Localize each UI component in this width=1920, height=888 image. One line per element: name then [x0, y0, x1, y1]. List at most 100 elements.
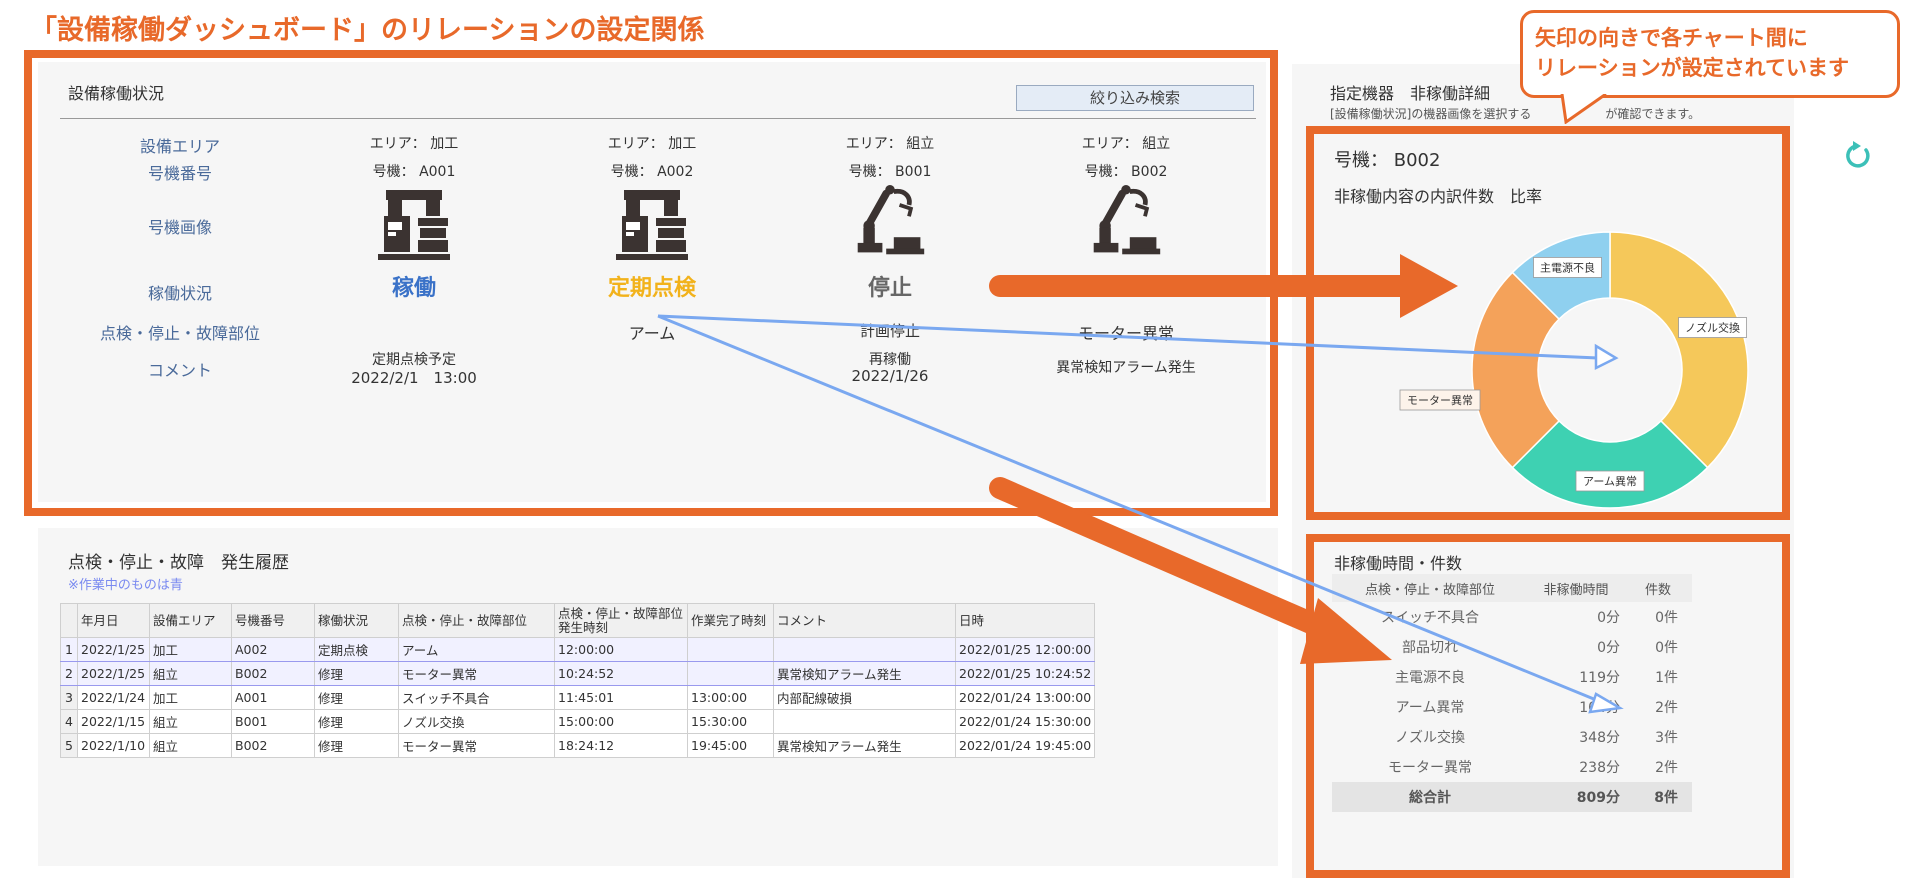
table-cell-area: 加工 [149, 637, 232, 662]
table-cell-status: 修理 [314, 685, 399, 710]
history-table: 年月日 設備エリア 号機番号 稼働状況 点検・停止・故障部位 点検・停止・故障部… [60, 603, 1096, 758]
table-cell-time: 12:00:00 [554, 637, 688, 662]
slice-label: 主電源不良 [1533, 257, 1602, 278]
table-cell-no: 1 [60, 637, 78, 662]
status-heading: 設備稼働状況 [68, 84, 165, 103]
table-header-row: 点検・停止・故障部位 非稼働時間 件数 [1332, 574, 1692, 602]
donut-chart[interactable]: ノズル交換アーム異常 モーター異常 主電源不良 [1399, 220, 1760, 520]
detail-title: 指定機器 非稼働詳細 [1330, 84, 1491, 103]
table-cell-date: 2022/1/15 [77, 709, 150, 734]
slice-label: ノズル交換 [1678, 317, 1747, 338]
history-table-body: 1 2022/1/25 加工 A002 定期点検 アーム 12:00:00 2022/01/2… [60, 637, 1096, 758]
table-cell-time: 15:00:00 [554, 709, 688, 734]
row-label-comment: コメント [147, 361, 212, 380]
table-row: スイッチ不具合 0分 0件 [1332, 602, 1692, 632]
table-cell-machine: A001 [231, 685, 315, 710]
table-row: 主電源不良 119分 1件 [1332, 662, 1692, 692]
donut-slice[interactable] [1609, 231, 1749, 469]
table-cell-minutes: 0分 [1597, 610, 1620, 626]
table-cell-no: 5 [60, 733, 78, 758]
table-cell-no: 3 [60, 685, 78, 710]
table-row: アーム異常 104分 2件 [1332, 692, 1692, 722]
column-header: 号機番号 [231, 603, 315, 638]
robot-arm-icon[interactable] [1086, 184, 1166, 260]
table-cell-count: 8件 [1624, 782, 1692, 812]
table-cell-status: 定期点検 [314, 637, 399, 662]
machine-status: 定期点検 [607, 276, 696, 301]
table-cell-minutes: 119分 [1579, 670, 1620, 686]
table-row[interactable]: 2 2022/1/25 組立 B002 修理 モーター異常 10:24:52 異常検知アラーム… [60, 661, 1096, 686]
machine-label: 号機： B002 [1334, 150, 1441, 171]
table-cell-done [687, 661, 774, 686]
table-cell-datetime: 2022/01/24 19:45:00 [954, 733, 1096, 758]
table-cell-machine: B002 [231, 733, 315, 758]
table-cell-comment: 異常検知アラーム発生 [773, 661, 956, 686]
table-cell-done: 19:45:00 [687, 733, 774, 758]
table-cell-status: 修理 [314, 709, 399, 734]
column-header: 点検・停止・故障部位 発生時刻 [554, 603, 688, 638]
machine-number: 号機： A002 [610, 164, 694, 180]
table-cell-machine: A002 [231, 637, 315, 662]
machine-number: 号機： A001 [372, 164, 456, 180]
column-header: 件数 [1624, 574, 1692, 602]
machine-comment1: 異常検知アラーム発生 [1056, 360, 1196, 376]
table-cell-status: 修理 [314, 733, 399, 758]
refresh-icon[interactable] [1842, 140, 1874, 172]
column-header: 設備エリア [149, 603, 232, 638]
machine-number: 号機： B002 [1084, 164, 1168, 180]
machine-status: 停止 [867, 276, 912, 301]
table-cell-done: 13:00:00 [687, 685, 774, 710]
machine-comment2: 2022/1/26 [851, 367, 929, 385]
history-note: ※作業中のものは青 [68, 578, 183, 593]
table-cell-comment: 内部配線破損 [773, 685, 956, 710]
column-header [60, 603, 78, 638]
table-cell-minutes: 348分 [1579, 730, 1620, 746]
history-title: 点検・停止・故障 発生履歴 [68, 553, 289, 573]
table-cell-part: 主電源不良 [1395, 670, 1465, 686]
slice-label-text: ノズル交換 [1685, 321, 1740, 335]
table-cell-part: ノズル交換 [1395, 730, 1465, 746]
downtime-table-body: スイッチ不具合 0分 0件 部品切れ 0分 0件 主電源不良 119分 1件 アーム異常 104分 2… [1332, 602, 1692, 812]
machine-area: エリア： 加工 [369, 136, 459, 152]
table-row[interactable]: 3 2022/1/24 加工 A001 修理 スイッチ不具合 11:45:01 13:00:0… [60, 685, 1096, 710]
robot-arm-icon[interactable] [850, 184, 930, 260]
table-cell-no: 4 [60, 709, 78, 734]
table-row[interactable]: 1 2022/1/25 加工 A002 定期点検 アーム 12:00:00 2022/01/2… [60, 637, 1096, 662]
table-cell-part: モーター異常 [398, 733, 555, 758]
press-machine-icon[interactable] [374, 188, 454, 264]
table-cell-part: アーム [398, 637, 555, 662]
total-row: 総合計 809分 8件 [1332, 782, 1692, 812]
table-cell-no: 2 [60, 661, 78, 686]
chart-title: 非稼働内容の内訳件数 比率 [1334, 187, 1543, 206]
press-machine-icon[interactable] [612, 188, 692, 264]
filter-search-button[interactable]: 絞り込み検索 [1016, 85, 1254, 111]
machine-area: エリア： 組立 [1081, 136, 1171, 152]
table-cell-status: 修理 [314, 661, 399, 686]
table-cell-part: 総合計 [1332, 782, 1528, 812]
downtime-title: 非稼働時間・件数 [1334, 554, 1463, 573]
table-cell-count: 2件 [1655, 700, 1678, 716]
column-header: 年月日 [77, 603, 150, 638]
machine-comment1: 定期点検予定 [372, 352, 456, 368]
table-row[interactable]: 5 2022/1/10 組立 B002 修理 モーター異常 18:24:12 19:45:00… [60, 733, 1096, 758]
table-cell-area: 組立 [149, 709, 232, 734]
table-row[interactable]: 4 2022/1/15 組立 B001 修理 ノズル交換 15:00:00 15:30:00 2… [60, 709, 1096, 734]
machine-area: エリア： 組立 [845, 136, 935, 152]
table-cell-minutes: 809分 [1528, 782, 1624, 812]
column-header: 非稼働時間 [1528, 574, 1624, 602]
slice-label-text: アーム異常 [1583, 475, 1637, 488]
callout-tail [1560, 94, 1607, 124]
machine-number: 号機： B001 [848, 164, 932, 180]
detail-description: [設備稼働状況]の機器画像を選択する が確認できます。 [1330, 105, 1700, 122]
column-header: 点検・停止・故障部位 [398, 603, 555, 638]
column-header: 作業完了時刻 [687, 603, 774, 638]
table-cell-date: 2022/1/25 [77, 661, 150, 686]
column-header: コメント [773, 603, 956, 638]
table-cell-area: 組立 [149, 733, 232, 758]
table-cell-date: 2022/1/24 [77, 685, 150, 710]
table-cell-comment [773, 637, 956, 662]
table-cell-count: 0件 [1655, 640, 1678, 656]
slice-label: モーター異常 [1399, 389, 1481, 411]
table-cell-datetime: 2022/01/24 13:00:00 [954, 685, 1096, 710]
table-cell-count: 2件 [1655, 760, 1678, 776]
